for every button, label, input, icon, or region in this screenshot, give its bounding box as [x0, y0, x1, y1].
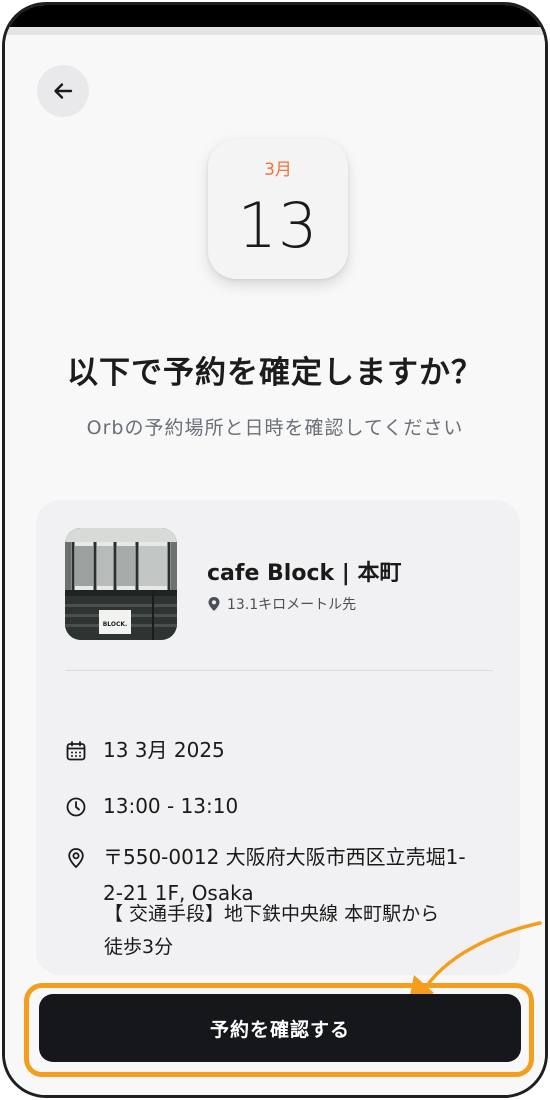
arrow-left-icon	[54, 83, 73, 99]
time-row: 13:00 - 13:10	[65, 794, 238, 824]
clock-icon	[66, 797, 86, 817]
card-divider	[65, 670, 493, 671]
booking-time: 13:00 - 13:10	[103, 794, 239, 818]
calendar-date-tile: 3月 13	[208, 139, 348, 279]
phone-frame: 3月 13 以下で予約を確定しますか？ Orbの予約場所と日時を確認してください	[0, 0, 550, 1100]
venue-thumbnail: BLOCK.	[65, 528, 177, 640]
page-title: 以下で予約を確定しますか？	[67, 355, 483, 391]
back-button[interactable]	[37, 65, 89, 117]
calendar-day: 13	[237, 189, 319, 262]
date-row: 13 3月 2025	[65, 738, 225, 768]
calendar-icon	[66, 741, 86, 761]
status-strip	[5, 27, 545, 35]
booking-details-card: BLOCK. cafe Block | 本町 13.1キロメートル先 13 3月…	[36, 500, 520, 975]
location-pin-outline-icon	[68, 848, 84, 869]
booking-date: 13 3月 2025	[103, 738, 225, 762]
venue-sign: BLOCK.	[103, 621, 128, 628]
venue-name: cafe Block | 本町	[207, 561, 402, 586]
calendar-month: 3月	[264, 160, 292, 180]
page-subtitle: Orbの予約場所と日時を確認してください	[86, 417, 464, 439]
venue-distance: 13.1キロメートル先	[207, 594, 356, 614]
location-pin-icon	[208, 597, 220, 611]
screen-frame: 3月 13 以下で予約を確定しますか？ Orbの予約場所と日時を確認してください	[2, 2, 548, 1098]
address-line-1: 〒550-0012 大阪府大阪市西区立売堀1-	[103, 845, 466, 869]
confirm-booking-button[interactable]: 予約を確認する	[39, 994, 521, 1062]
booking-confirmation-screen: 3月 13 以下で予約を確定しますか？ Orbの予約場所と日時を確認してください	[5, 35, 545, 1095]
status-bar	[5, 5, 545, 27]
venue-distance-text: 13.1キロメートル先	[227, 597, 357, 613]
